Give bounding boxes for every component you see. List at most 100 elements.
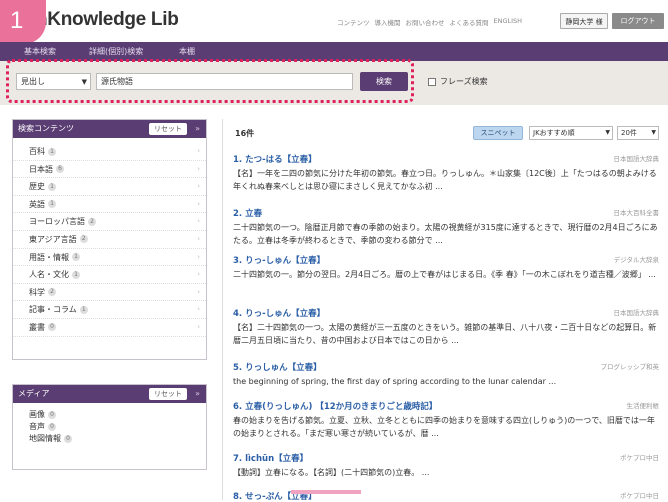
result-source: 生活便利帳	[626, 402, 660, 410]
media-panel-header: メディア リセット »	[13, 385, 206, 403]
chevron-right-icon: ›	[197, 322, 200, 331]
result-snippet: 【名】二十四節気の一つ。太陽の黄経が三一五度のときをいう。雑節の基準日、八十八夜…	[233, 323, 657, 345]
link-contents[interactable]: コンテンツ	[337, 17, 370, 27]
result-item: 2. 立春 日本大百科全書 二十四節気の一つ。陰暦正月節で春の季節の始まり。太陽…	[233, 207, 661, 247]
filter-item[interactable]: 記事・コラム 1 ›	[13, 301, 206, 319]
results-pane: 16件 スニペット JKおすすめ順 ▼ 20件 ▼ 1. たつ-はる【立春】 日本国…	[222, 119, 662, 502]
result-item: 7. lìchūn【立春】 ポケプロ中日 【動詞】立春になる。【名詞】(二十四節…	[233, 452, 661, 479]
filter-item[interactable]: 英語 1 ›	[13, 196, 206, 214]
header: nKnowledge Lib コンテンツ 導入機関 お問い合わせ よくある質問 …	[0, 0, 668, 42]
result-item: 5. りっしゅん【立春】 プログレッシブ和英 the beginning of …	[233, 361, 661, 388]
phrase-search-option[interactable]: フレーズ検索	[428, 76, 488, 87]
result-source: プログレッシブ和英	[600, 363, 660, 371]
result-source: ポケプロ中日	[620, 454, 659, 462]
content-panel-header: 検索コンテンツ リセット »	[13, 120, 206, 138]
filter-item[interactable]: 東アジア言語 2 ›	[13, 231, 206, 249]
media-item[interactable]: 地図情報 0	[13, 433, 206, 445]
filter-item[interactable]: 日本語 6 ›	[13, 161, 206, 179]
tab-advanced-search[interactable]: 詳細(個別)検索	[89, 46, 143, 57]
chevron-right-icon: ›	[197, 199, 200, 208]
dropdown-arrow-icon: ▼	[81, 78, 87, 86]
result-snippet: 【動詞】立春になる。【名詞】(二十四節気の)立春。 ...	[233, 468, 430, 477]
media-count: 0	[48, 422, 56, 431]
media-label: 画像	[29, 410, 45, 419]
link-english[interactable]: ENGLISH	[494, 17, 523, 27]
filter-count: 6	[56, 165, 64, 174]
content-panel-title: 検索コンテンツ	[18, 124, 74, 133]
media-panel-title: メディア	[18, 389, 50, 398]
collapse-icon[interactable]: »	[195, 120, 200, 138]
result-item: 4. りっ-しゅん【立春】 日本国語大辞典 【名】二十四節気の一つ。太陽の黄経が…	[233, 307, 661, 347]
result-title-link[interactable]: 1. たつ-はる【立春】	[233, 153, 661, 165]
filter-count: 1	[48, 147, 56, 156]
search-button[interactable]: 検索	[360, 72, 408, 91]
dropdown-arrow-icon: ▼	[651, 129, 656, 136]
result-title-link[interactable]: 7. lìchūn【立春】	[233, 452, 661, 464]
media-item[interactable]: 音声 0	[13, 421, 206, 433]
media-list: 画像 0 音声 0 地図情報 0	[13, 403, 206, 445]
tab-bookshelf[interactable]: 本棚	[179, 46, 195, 57]
scroll-indicator	[291, 490, 361, 494]
chevron-right-icon: ›	[197, 182, 200, 191]
filter-count: 1	[48, 200, 56, 209]
filter-count: 1	[72, 270, 80, 279]
content-list: 百科 1 › 日本語 6 › 歴史 1 › 英語 1 › ヨーロッパ言語 2 › 東アジア言語 2 › …	[13, 138, 206, 337]
logout-button[interactable]: ログアウト	[612, 13, 664, 29]
chevron-right-icon: ›	[197, 252, 200, 261]
filter-item[interactable]: 科学 2 ›	[13, 284, 206, 302]
content-reset-button[interactable]: リセット	[149, 123, 187, 135]
result-source: ポケプロ中日	[620, 492, 659, 500]
filter-count: 1	[48, 182, 56, 191]
result-snippet: 二十四節気の一。節分の翌日。2月4日ごろ。暦の上で春がはじまる日。《季 春》「一…	[233, 270, 656, 279]
result-title-link[interactable]: 5. りっしゅん【立春】	[233, 361, 661, 373]
link-institutions[interactable]: 導入機関	[375, 17, 401, 27]
filter-count: 2	[88, 217, 96, 226]
per-page-select[interactable]: 20件 ▼	[617, 126, 659, 140]
media-item[interactable]: 画像 0	[13, 409, 206, 421]
filter-item[interactable]: 人名・文化 1 ›	[13, 266, 206, 284]
sort-select[interactable]: JKおすすめ順 ▼	[529, 126, 613, 140]
filter-item[interactable]: 用語・情報 1 ›	[13, 249, 206, 267]
phrase-checkbox[interactable]	[428, 77, 436, 86]
phrase-label: フレーズ検索	[440, 77, 488, 86]
filter-item[interactable]: 叢書 0 ›	[13, 319, 206, 337]
result-title-link[interactable]: 2. 立春	[233, 207, 661, 219]
filter-count: 1	[79, 305, 88, 314]
app-logo[interactable]: nKnowledge Lib	[36, 9, 179, 31]
filter-label: 百科	[29, 147, 45, 156]
tab-basic-search[interactable]: 基本検索	[24, 46, 56, 57]
media-label: 音声	[29, 422, 45, 431]
link-contact[interactable]: お問い合わせ	[406, 17, 445, 27]
result-title-link[interactable]: 3. りっ-しゅん【立春】	[233, 254, 661, 266]
snippet-toggle[interactable]: スニペット	[473, 126, 523, 140]
scope-select-value: 見出し	[21, 77, 45, 86]
link-faq[interactable]: よくある質問	[450, 17, 489, 27]
result-snippet: 春の始まりを告げる節気。立夏、立秋、立冬とともに四季の始まりを意味する四立(しり…	[233, 416, 655, 438]
content-filter-panel: 検索コンテンツ リセット » 百科 1 › 日本語 6 › 歴史 1 › 英語 1 › ヨーロッ…	[12, 119, 207, 360]
filter-label: 英語	[29, 199, 45, 209]
filter-count: 0	[48, 323, 56, 332]
media-reset-button[interactable]: リセット	[149, 388, 187, 400]
filter-label: 歴史	[29, 182, 45, 192]
filter-label: 日本語	[29, 164, 53, 174]
filter-item[interactable]: 百科 1 ›	[13, 143, 206, 161]
result-title-link[interactable]: 6. 立春(りっしゅん) 【12か月のきまりごと歳時記】	[233, 400, 661, 412]
filter-count: 2	[79, 235, 88, 244]
top-links: コンテンツ 導入機関 お問い合わせ よくある質問 ENGLISH	[337, 17, 522, 27]
scope-select[interactable]: 見出し ▼	[16, 73, 91, 90]
result-title-link[interactable]: 4. りっ-しゅん【立春】	[233, 307, 661, 319]
dropdown-arrow-icon: ▼	[605, 129, 610, 136]
search-input[interactable]: 源氏物語	[96, 73, 353, 90]
filter-label: 叢書	[29, 322, 45, 332]
result-item: 1. たつ-はる【立春】 日本国語大辞典 【名】一年を二四の節気に分けた年初の節…	[233, 153, 661, 193]
chevron-right-icon: ›	[197, 287, 200, 296]
chevron-right-icon: ›	[197, 305, 200, 314]
filter-item[interactable]: ヨーロッパ言語 2 ›	[13, 213, 206, 231]
media-label: 地図情報	[29, 434, 61, 443]
filter-item[interactable]: 歴史 1 ›	[13, 178, 206, 196]
university-button[interactable]: 静岡大学 様	[560, 13, 608, 29]
result-snippet: 二十四節気の一つ。陰暦正月節で春の季節の始まり。太陽の視黄経が315度に達すると…	[233, 223, 658, 245]
chevron-right-icon: ›	[197, 164, 200, 173]
result-item: 6. 立春(りっしゅん) 【12か月のきまりごと歳時記】 生活便利帳 春の始まり…	[233, 400, 661, 440]
collapse-icon[interactable]: »	[195, 385, 200, 403]
